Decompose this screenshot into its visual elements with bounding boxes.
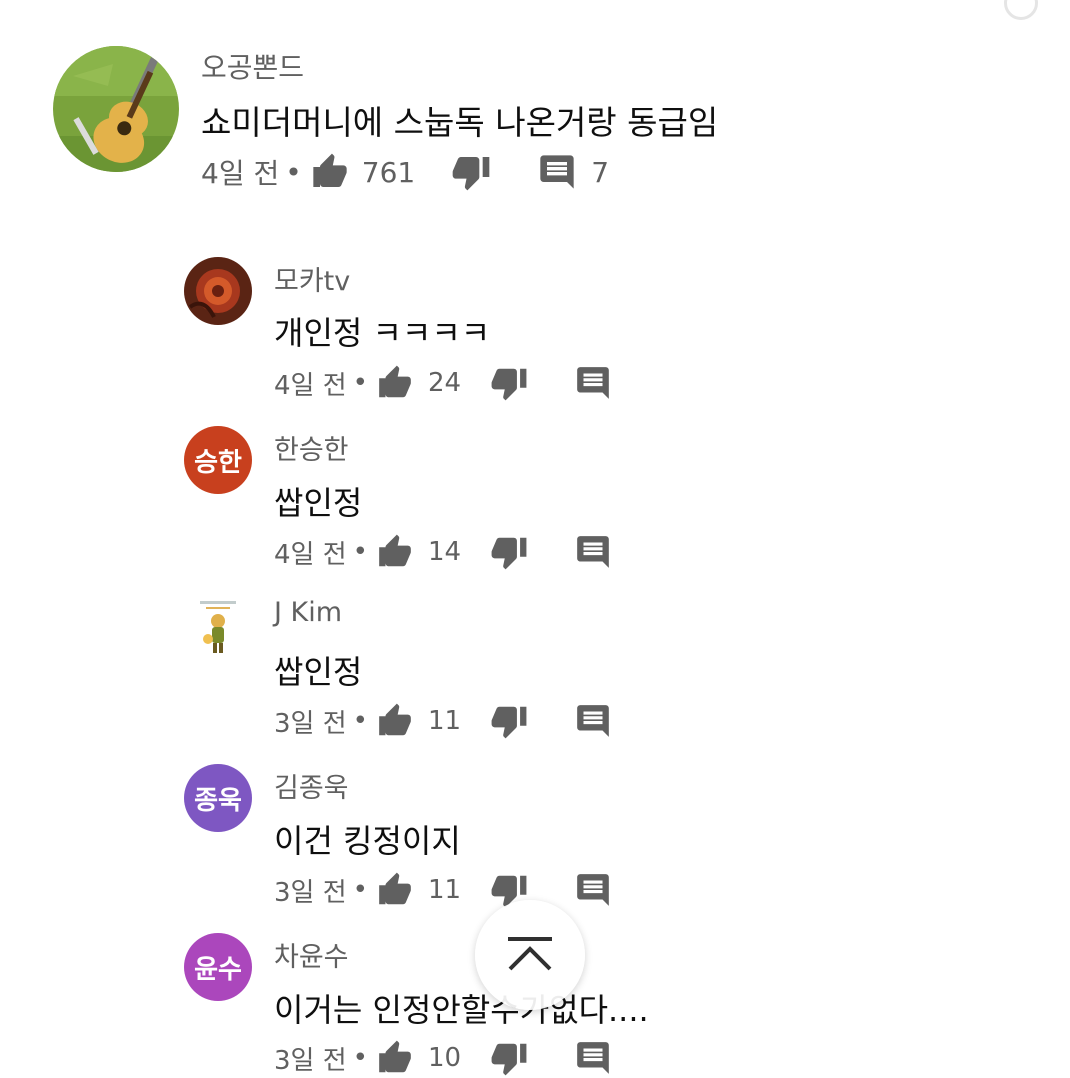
comment-time: 4일 전 [201, 157, 280, 190]
avatar[interactable]: 윤수 [184, 933, 252, 1001]
comment-time: 3일 전 [274, 877, 347, 908]
like-button[interactable] [376, 871, 414, 909]
dislike-button[interactable] [490, 364, 528, 402]
comment-author[interactable]: J Kim [274, 597, 342, 628]
like-count: 14 [428, 537, 462, 567]
comment-actions: 4일 전 • 24 [274, 363, 612, 403]
thumbs-up-icon [379, 365, 411, 398]
like-button[interactable] [376, 364, 414, 402]
comment-text: 이건 킹정이지 [274, 822, 461, 860]
avatar[interactable]: 종욱 [184, 764, 252, 832]
like-count: 10 [428, 1043, 462, 1073]
thumbs-down-icon [452, 157, 490, 191]
reply-button[interactable] [574, 871, 612, 909]
chevron-up-icon [508, 937, 552, 971]
avatar[interactable] [53, 46, 179, 172]
flower-avatar-image [184, 257, 252, 325]
dislike-button[interactable] [490, 1039, 528, 1077]
comment-author[interactable]: 오공뽄드 [201, 46, 304, 86]
comment-time: 3일 전 [274, 1045, 347, 1076]
comment-actions: 4일 전 • 14 [274, 532, 612, 572]
comment-icon [577, 874, 609, 906]
reply-button[interactable] [574, 702, 612, 740]
comment-author[interactable]: 모카tv [274, 259, 350, 298]
reply-button[interactable] [574, 1039, 612, 1077]
guitar-avatar-image [53, 46, 179, 172]
thumbs-up-icon [379, 872, 411, 905]
comment-actions: 3일 전 • 10 [274, 1038, 612, 1078]
avatar[interactable] [184, 257, 252, 325]
comment-icon [540, 155, 574, 189]
thumbs-down-icon [491, 368, 527, 401]
comment-author[interactable]: 차윤수 [274, 935, 349, 974]
like-count: 11 [428, 706, 462, 736]
avatar[interactable]: 승한 [184, 426, 252, 494]
comment-actions: 3일 전 • 11 [274, 870, 612, 910]
separator-dot: • [285, 155, 302, 189]
separator-dot: • [352, 706, 368, 736]
like-button[interactable] [310, 152, 350, 192]
like-count: 11 [428, 875, 462, 905]
reply-count[interactable]: 7 [591, 156, 609, 189]
like-button[interactable] [376, 533, 414, 571]
thumbs-up-icon [379, 1040, 411, 1073]
thumbs-up-icon [313, 153, 347, 187]
comment-author[interactable]: 한승한 [274, 428, 349, 467]
comment-text: 이거는 인정안할수가없다.... [274, 991, 649, 1029]
comment-icon [577, 367, 609, 399]
comment-author[interactable]: 김종욱 [274, 766, 349, 805]
separator-dot: • [352, 1043, 368, 1073]
comment-text: 쌉인정 [274, 653, 363, 691]
reply-button[interactable] [537, 152, 577, 192]
comment-actions: 3일 전 • 11 [274, 701, 612, 741]
dislike-button[interactable] [451, 152, 491, 192]
avatar[interactable] [184, 595, 252, 663]
reply-button[interactable] [574, 533, 612, 571]
comment-time: 4일 전 [274, 539, 347, 570]
separator-dot: • [352, 537, 368, 567]
comment-text: 쌉인정 [274, 484, 363, 522]
comment-time: 4일 전 [274, 370, 347, 401]
comment-actions: 4일 전 • 761 7 [201, 150, 609, 194]
thumbs-down-icon [491, 706, 527, 739]
thumbs-down-icon [491, 537, 527, 570]
like-button[interactable] [376, 1039, 414, 1077]
like-count: 24 [428, 368, 462, 398]
comment-time: 3일 전 [274, 708, 347, 739]
like-count: 761 [361, 155, 416, 189]
comment-text: 쇼미더머니에 스눕독 나온거랑 동급임 [201, 103, 719, 142]
thumbs-down-icon [491, 1043, 527, 1076]
reply-button[interactable] [574, 364, 612, 402]
separator-dot: • [352, 875, 368, 905]
separator-dot: • [352, 368, 368, 398]
cartoon-avatar-image [184, 595, 252, 663]
thumbs-up-icon [379, 534, 411, 567]
comment-text: 개인정 ㅋㅋㅋㅋ [274, 314, 491, 352]
dislike-button[interactable] [490, 533, 528, 571]
comment-icon [577, 536, 609, 568]
comment-icon [577, 705, 609, 737]
like-button[interactable] [376, 702, 414, 740]
thumbs-up-icon [379, 703, 411, 736]
comment-icon [577, 1042, 609, 1074]
corner-indicator [1004, 0, 1038, 20]
scroll-to-top-button[interactable] [475, 900, 585, 1010]
dislike-button[interactable] [490, 702, 528, 740]
